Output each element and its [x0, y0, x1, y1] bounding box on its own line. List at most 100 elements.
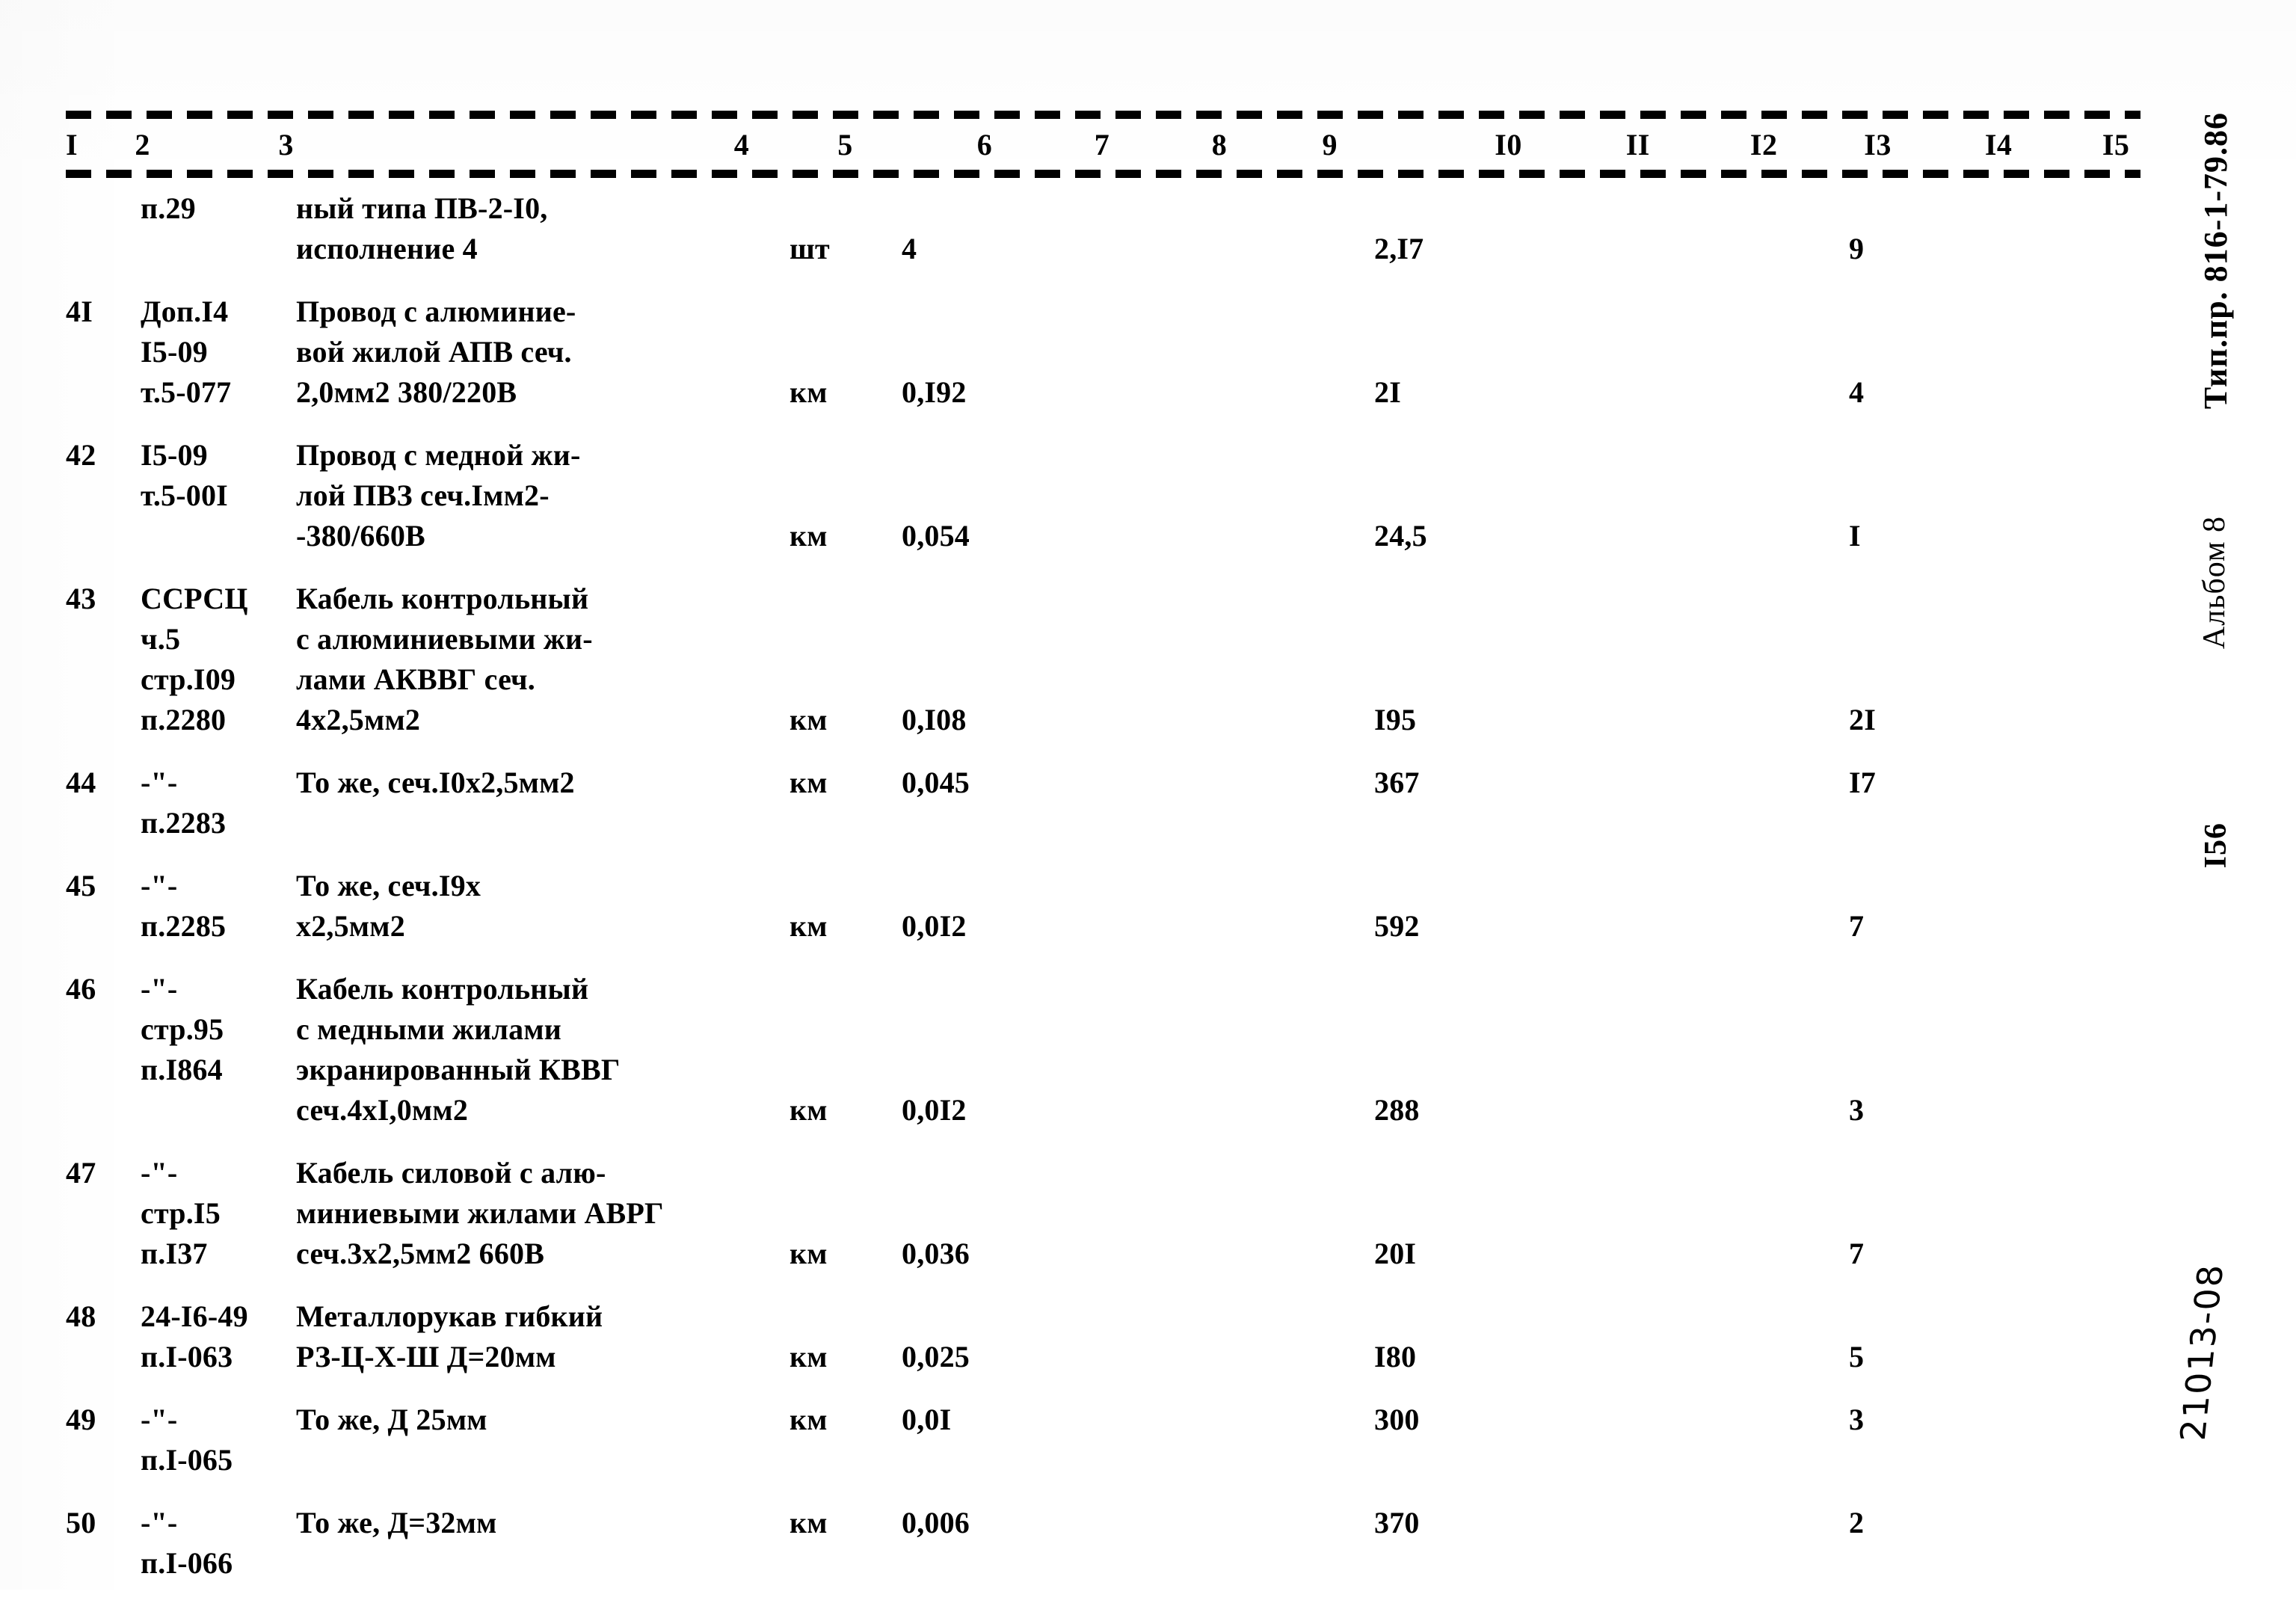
row-source-code: ч.5: [141, 622, 181, 656]
row-source-code: п.I37: [141, 1237, 208, 1270]
row-number: 48: [66, 1299, 96, 1333]
column-header-11: II: [1625, 128, 1650, 161]
row-item-name: с медными жилами: [296, 1012, 562, 1046]
row-source-code: п.I864: [141, 1053, 223, 1086]
row-value-col13: 7: [1849, 909, 1865, 943]
row-source-code: -"-: [141, 972, 178, 1006]
row-source-code: -"-: [141, 869, 178, 902]
table-row: 45 -"- п.2285 То же, сеч.I9х х2,5мм2 км 0,0I2 5…: [66, 866, 2137, 947]
row-source-code: т.5-00I: [141, 479, 228, 512]
row-source-code: Доп.I4: [141, 295, 229, 328]
table-row: 46 -"- стр.95 п.I864 Кабель контрольный с мед…: [66, 969, 2137, 1130]
row-item-name: 4х2,5мм2: [296, 703, 421, 736]
column-header-10: I0: [1495, 128, 1522, 161]
handwritten-archive-mark: 21013-08: [2172, 1264, 2232, 1442]
table-row: 48 24-I6-49 п.I-063 Металлорукав гибкий РЗ-Ц…: [66, 1296, 2137, 1377]
column-header-14: I4: [1984, 128, 2013, 161]
row-source-code: ССРСЦ: [141, 582, 248, 615]
row-value-col9: 300: [1374, 1403, 1420, 1436]
row-unit: км: [790, 1237, 828, 1270]
row-unit: км: [790, 1403, 828, 1436]
row-value-col9: 2I: [1374, 375, 1401, 409]
column-header-9: 9: [1322, 128, 1338, 161]
drawing-stamp-album: Альбом 8: [2197, 516, 2232, 650]
row-number: 46: [66, 972, 96, 1006]
row-unit: км: [790, 766, 828, 799]
row-value-col9: I80: [1374, 1340, 1417, 1373]
column-header-7: 7: [1094, 128, 1110, 161]
row-number: 50: [66, 1506, 96, 1539]
row-number: 45: [66, 869, 96, 902]
row-number: 42: [66, 438, 96, 472]
row-quantity: 0,I92: [902, 375, 967, 409]
row-value-col9: 24,5: [1374, 519, 1427, 553]
row-unit: км: [790, 703, 828, 736]
page-number: I56: [2199, 822, 2233, 869]
row-item-name: То же, Д 25мм: [296, 1403, 487, 1436]
row-item-name: Металлорукав гибкий: [296, 1299, 603, 1333]
row-item-name: ный типа ПВ-2-I0,: [296, 191, 548, 225]
row-quantity: 4: [902, 232, 917, 265]
row-item-name: вой жилой АПВ сеч.: [296, 335, 572, 369]
row-number: 4I: [66, 295, 93, 328]
row-unit: км: [790, 1506, 828, 1539]
table-row: 44 -"- п.2283 То же, сеч.I0х2,5мм2 км 0,045 36…: [66, 763, 2137, 843]
column-header-12: I2: [1749, 128, 1778, 161]
row-item-name: То же, сеч.I0х2,5мм2: [296, 766, 575, 799]
table-column-header-row: I 2 3 4 5 6 7 8 9 I0 II I2 I3 I4 I5: [66, 125, 2137, 167]
row-source-code: п.2280: [141, 703, 227, 736]
row-item-name: лой ПВЗ сеч.Iмм2-: [296, 479, 550, 512]
row-item-name: лами АКВВГ сеч.: [296, 662, 535, 696]
row-item-name: исполнение 4: [296, 232, 478, 265]
row-source-code: п.I-066: [141, 1546, 233, 1580]
row-unit: шт: [790, 232, 830, 265]
row-source-code: I5-09: [141, 335, 208, 369]
table-top-rule: [66, 111, 2140, 119]
row-item-name: Кабель контрольный: [296, 582, 589, 615]
row-value-col13: 3: [1849, 1403, 1865, 1436]
document-page: I 2 3 4 5 6 7 8 9 I0 II I2 I3 I4 I5 п.29 ный типа ПВ-2-…: [0, 0, 2296, 1590]
row-unit: км: [790, 1340, 828, 1373]
row-source-code: I5-09: [141, 438, 208, 472]
row-item-name: экранированный КВВГ: [296, 1053, 621, 1086]
column-header-5: 5: [837, 128, 853, 161]
row-source-code: -"-: [141, 1506, 178, 1539]
row-quantity: 0,025: [902, 1340, 970, 1373]
row-item-name: с алюминиевыми жи-: [296, 622, 593, 656]
row-value-col13: 9: [1849, 232, 1865, 265]
row-value-col13: 4: [1849, 375, 1865, 409]
row-item-name: То же, Д=32мм: [296, 1506, 497, 1539]
row-value-col13: 3: [1849, 1093, 1865, 1127]
row-unit: км: [790, 519, 828, 553]
table-row: 42 I5-09 т.5-00I Провод с медной жи-лой ПВЗ…: [66, 435, 2137, 556]
row-value-col9: 20I: [1374, 1237, 1417, 1270]
row-source-code: п.2285: [141, 909, 227, 943]
row-value-col9: 592: [1374, 909, 1420, 943]
row-number: 49: [66, 1403, 96, 1436]
row-value-col9: 2,I7: [1374, 232, 1424, 265]
column-header-1: I: [66, 128, 79, 161]
row-item-name: РЗ-Ц-Х-Ш Д=20мм: [296, 1340, 556, 1373]
column-header-13: I3: [1864, 128, 1892, 161]
table-row: 43 ССРСЦ ч.5 стр.I09 п.2280 Кабель контрольны…: [66, 579, 2137, 740]
row-source-code: п.I-065: [141, 1443, 233, 1477]
row-item-name: Провод с алюминие-: [296, 295, 576, 328]
row-value-col13: 2I: [1849, 703, 1876, 736]
row-item-name: х2,5мм2: [296, 909, 405, 943]
column-header-2: 2: [135, 128, 150, 161]
row-source-code: стр.I5: [141, 1196, 221, 1230]
row-quantity: 0,054: [902, 519, 970, 553]
row-source-code: стр.95: [141, 1012, 224, 1046]
row-item-name: -380/660В: [296, 519, 425, 553]
row-item-name: сеч.4хI,0мм2: [296, 1093, 469, 1127]
specification-table: I 2 3 4 5 6 7 8 9 I0 II I2 I3 I4 I5 п.29 ный типа ПВ-2-…: [66, 111, 2140, 1606]
row-value-col13: I7: [1849, 766, 1876, 799]
row-source-code: п.29: [141, 191, 196, 225]
column-header-6: 6: [976, 128, 993, 161]
table-row: 50 -"- п.I-066 То же, Д=32мм км 0,006 370 2: [66, 1503, 2137, 1584]
row-source-code: -"-: [141, 1156, 178, 1190]
table-row: 4I Доп.I4 I5-09 т.5-077 Провод с алюминие-во…: [66, 292, 2137, 413]
row-quantity: 0,0I2: [902, 909, 967, 943]
column-header-4: 4: [733, 128, 750, 161]
row-unit: км: [790, 375, 828, 409]
